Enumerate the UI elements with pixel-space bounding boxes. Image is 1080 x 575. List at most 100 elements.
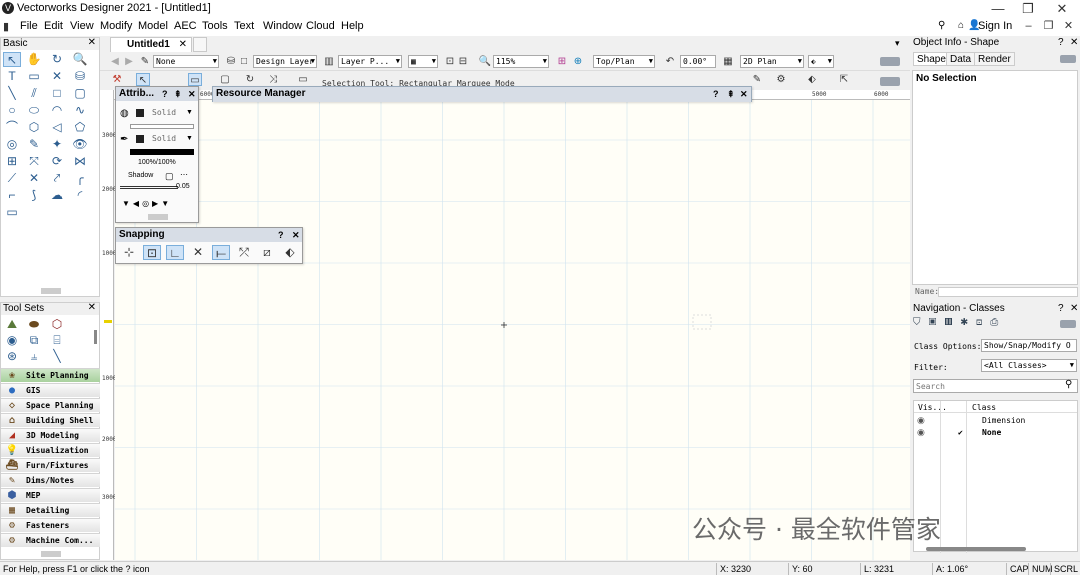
render-mode-select[interactable]: 2D Plan ▼: [740, 55, 804, 68]
sign-in-link[interactable]: Sign In: [978, 20, 1012, 32]
symbol-insertion-icon[interactable]: ⛁: [71, 69, 89, 84]
doc-restore-icon[interactable]: ❐: [1040, 18, 1057, 35]
doc-close-icon[interactable]: ✕: [1060, 18, 1077, 35]
fillet-tool-icon[interactable]: ╭: [71, 171, 89, 186]
fit-page-icon[interactable]: ⊟: [456, 55, 470, 68]
more-options-icon[interactable]: ⋯: [180, 170, 188, 179]
mode-icon-2[interactable]: ↖: [136, 73, 150, 86]
layer-type-icon[interactable]: □: [237, 55, 251, 68]
pen-preview-bar[interactable]: [130, 149, 194, 155]
shadow-toggle-icon[interactable]: ▢: [165, 171, 174, 182]
tool-set-mep[interactable]: ⬢ MEP: [1, 488, 101, 502]
navigation-toolbar[interactable]: ⛉▣▥✱⊡⎙: [913, 317, 1006, 328]
lasso-icon[interactable]: ↻: [243, 73, 257, 86]
drawing-area[interactable]: [115, 100, 910, 560]
tool-set-3d-modeling[interactable]: ◢ 3D Modeling: [1, 428, 101, 442]
circle-tool-icon[interactable]: ○: [3, 103, 21, 118]
visibility-tool-icon[interactable]: 👁: [71, 137, 89, 152]
snapping-close-icon[interactable]: ✕: [292, 228, 300, 242]
pen-color-swatch[interactable]: [136, 135, 144, 143]
triangle-tool-icon[interactable]: ◁: [48, 120, 66, 135]
tab-list-chevron-icon[interactable]: ▾: [895, 38, 900, 49]
polygon-tool-icon[interactable]: ⬡: [25, 120, 43, 135]
line-weight-preview[interactable]: [120, 186, 178, 189]
offset-tool-icon[interactable]: ⌐: [3, 188, 21, 203]
clip-tool-icon[interactable]: ⊞: [3, 154, 21, 169]
cloud-tool-icon[interactable]: ☁: [48, 188, 66, 203]
menu-window[interactable]: Window: [263, 20, 302, 32]
fill-color-swatch[interactable]: [136, 109, 144, 117]
text-tool-icon[interactable]: T: [3, 69, 21, 84]
tab-data[interactable]: Data: [946, 52, 976, 66]
doc-minimize-icon[interactable]: –: [1020, 18, 1037, 35]
table-row[interactable]: ◉ Dimension: [914, 415, 1077, 426]
menu-text[interactable]: Text: [234, 20, 254, 32]
arrowhead-controls[interactable]: ▼◀◎▶▼: [122, 199, 172, 208]
property-line-icon[interactable]: ⊛: [3, 349, 21, 364]
attributes-expand-icon[interactable]: [148, 214, 168, 220]
attribute-mapping-icon[interactable]: ✦: [48, 137, 66, 152]
minimize-icon[interactable]: —: [983, 0, 1013, 17]
tool-sets-expand-icon[interactable]: [41, 551, 61, 557]
fill-opacity-bar[interactable]: [130, 124, 194, 129]
resource-manager-close-icon[interactable]: ✕: [740, 87, 748, 101]
layer-options-select[interactable]: ▦ ▼: [408, 55, 438, 68]
smart-edge-icon[interactable]: ⤱: [235, 245, 253, 260]
column-header-visibility[interactable]: Vis...: [918, 403, 947, 412]
view-bar-overflow-button[interactable]: [880, 57, 900, 66]
rounded-tool-icon[interactable]: ▭: [3, 205, 21, 220]
projection-select[interactable]: ⬖ ▼: [808, 55, 834, 68]
class-options-select[interactable]: Show/Snap/Modify O: [981, 339, 1077, 352]
tool-sets-close-icon[interactable]: ✕: [88, 302, 96, 314]
design-layer-select[interactable]: Design Layer ▼: [253, 55, 317, 68]
class-icon[interactable]: ✎: [138, 55, 152, 68]
tool-set-detailing[interactable]: ▦ Detailing: [1, 503, 101, 517]
snap-to-object-icon[interactable]: ⊡: [143, 245, 161, 260]
callout-tool-icon[interactable]: ▭: [25, 69, 43, 84]
flyover-tool-icon[interactable]: ↻: [48, 52, 66, 67]
eyedropper-tool-icon[interactable]: ✎: [25, 137, 43, 152]
menu-help[interactable]: Help: [341, 20, 364, 32]
rectangle-tool-icon[interactable]: □: [48, 86, 66, 101]
snap-to-grid-icon[interactable]: ⊹: [120, 245, 138, 260]
chevron-down-icon[interactable]: ▼: [186, 109, 193, 116]
tool-set-building-shell[interactable]: ⌂ Building Shell: [1, 413, 101, 427]
arc-tool-icon[interactable]: ◠: [48, 103, 66, 118]
column-header-class[interactable]: Class: [972, 403, 996, 412]
spiral-tool-icon[interactable]: ◎: [3, 137, 21, 152]
active-class-select[interactable]: None ▼: [153, 55, 219, 68]
fence-tool-icon[interactable]: ⫨: [25, 349, 43, 364]
class-search-input[interactable]: [913, 379, 1078, 393]
double-line-tool-icon[interactable]: ⫽: [25, 86, 43, 101]
eye-icon[interactable]: ◉: [917, 415, 925, 426]
tab-shape[interactable]: Shape: [913, 52, 950, 66]
help-icon[interactable]: ?: [162, 87, 168, 101]
chevron-down-icon[interactable]: ▼: [186, 135, 193, 142]
mode-bar-overflow-button[interactable]: [880, 77, 900, 86]
tab-render[interactable]: Render: [974, 52, 1015, 66]
fill-style-value[interactable]: Solid: [152, 108, 176, 117]
opacity-value[interactable]: 100%/100%: [138, 159, 176, 166]
home-icon[interactable]: ⌂: [958, 20, 964, 31]
tab-untitled1[interactable]: Untitled1 ✕: [110, 37, 192, 52]
snap-to-tangent-icon[interactable]: ⧄: [258, 245, 276, 260]
search-icon[interactable]: ⚲: [938, 20, 945, 31]
stake-tool-icon[interactable]: ◉: [3, 333, 21, 348]
pen-style-value[interactable]: Solid: [152, 134, 176, 143]
menu-view[interactable]: View: [70, 20, 94, 32]
maximize-icon[interactable]: ❐: [1013, 0, 1043, 17]
pan-tool-icon[interactable]: ✋: [25, 52, 43, 67]
tool-set-furn-fixtures[interactable]: ⛴ Furn/Fixtures: [1, 458, 101, 472]
snap-to-angle-icon[interactable]: ∟: [166, 245, 184, 260]
object-info-menu-button[interactable]: [1060, 55, 1076, 63]
horizontal-scrollbar[interactable]: [926, 547, 1026, 551]
regular-polygon-tool-icon[interactable]: ⬠: [71, 120, 89, 135]
rounded-rectangle-tool-icon[interactable]: ▢: [71, 86, 89, 101]
forward-icon[interactable]: ▶: [122, 55, 136, 68]
mirror-tool-icon[interactable]: ⋈: [71, 154, 89, 169]
menu-model[interactable]: Model: [138, 20, 168, 32]
tool-set-fasteners[interactable]: ⚙ Fasteners: [1, 518, 101, 532]
close-icon[interactable]: ✕: [1047, 0, 1077, 17]
selection-tool-icon[interactable]: ↖: [3, 52, 21, 67]
attributes-close-icon[interactable]: ✕: [188, 87, 196, 101]
